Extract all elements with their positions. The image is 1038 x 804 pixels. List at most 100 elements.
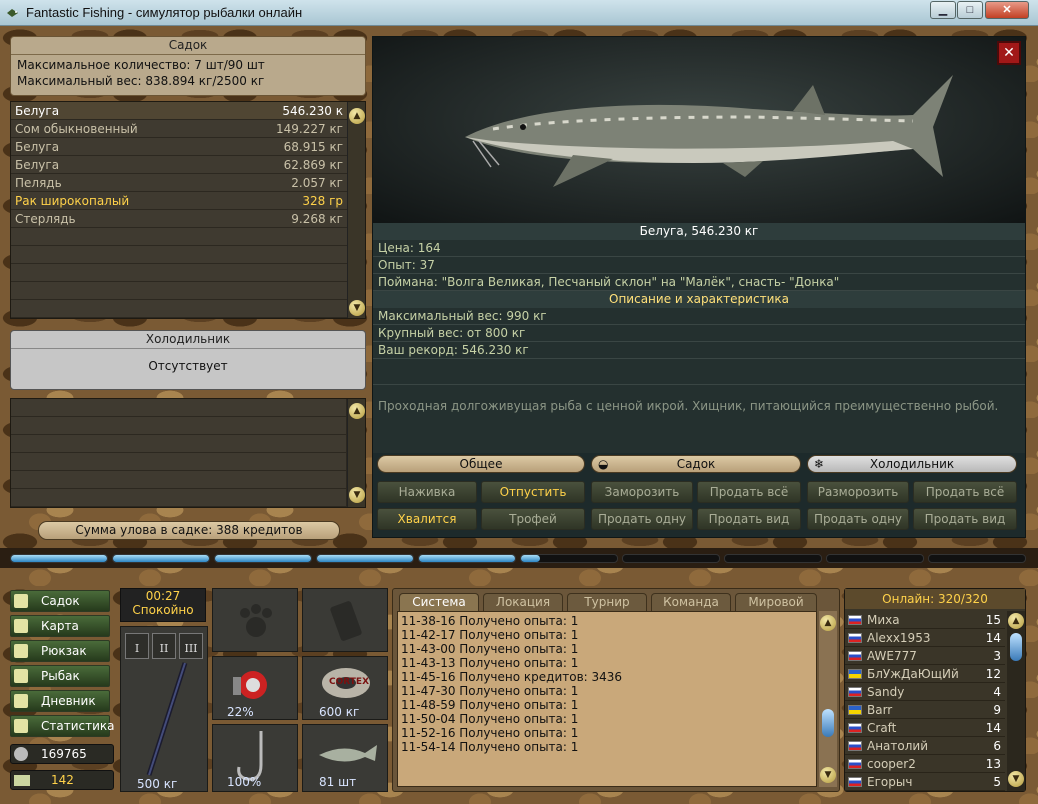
flag-icon [848,651,862,661]
keepnet-row[interactable]: Пелядь 2.057 кг [11,174,347,192]
scroll-thumb[interactable] [1010,633,1022,661]
user-level: 12 [985,667,1001,681]
fridge-rows [11,399,347,507]
sell-one-button[interactable]: Продать одну [591,508,693,530]
rod-icon [146,662,188,776]
catch-sum: Сумма улова в садке: 388 кредитов [38,521,340,540]
chat-tab[interactable]: Команда [651,593,731,611]
online-user[interactable]: БлУжДаЮщИй 12 [845,665,1005,683]
chat-line: 11-45-16 Получено кредитов: 3436 [401,670,623,684]
sell-all-button[interactable]: Продать всё [697,481,801,503]
fridge-sell-all-button[interactable]: Продать всё [913,481,1017,503]
keepnet-scrollbar[interactable]: ▲ ▼ [347,102,365,318]
scroll-up-icon[interactable]: ▲ [349,108,365,124]
unfreeze-button[interactable]: Разморозить [807,481,909,503]
bait-button[interactable]: Наживка [377,481,477,503]
chat-tab[interactable]: Турнир [567,593,647,611]
window-title: Fantastic Fishing - симулятор рыбалки он… [26,5,303,20]
keepnet-row[interactable]: Сом обыкновенный 149.227 кг [11,120,347,138]
fish-name: Стерлядь [15,212,76,226]
online-user[interactable]: Sandy 4 [845,683,1005,701]
close-detail-button[interactable]: ✕ [997,41,1021,65]
nav-button[interactable]: Дневник [10,690,110,712]
user-level: 15 [985,613,1001,627]
progress-fill [317,555,413,562]
fridge-scrollbar[interactable]: ▲ ▼ [347,399,365,507]
keepnet-row[interactable]: Белуга 546.230 к [11,102,347,120]
scroll-down-icon[interactable]: ▼ [349,487,365,503]
scroll-thumb[interactable] [822,709,834,737]
online-user[interactable]: Barr 9 [845,701,1005,719]
rod-tab[interactable]: III [179,633,203,659]
online-user[interactable]: Craft 14 [845,719,1005,737]
chat-line: 11-43-13 Получено опыта: 1 [401,656,579,670]
user-name: Alexx1953 [867,631,931,645]
online-user[interactable]: Alexx1953 14 [845,629,1005,647]
nav-button[interactable]: Рыбак [10,665,110,687]
bait-count: 81 шт [319,775,357,789]
online-user[interactable]: cooper2 13 [845,755,1005,773]
keepnet-list: Белуга 546.230 к Сом обыкновенный 149.227 к… [10,101,366,319]
chat-panel: Система Локация Турнир Команда Мировой 11-38… [392,588,840,792]
hook-percent: 100% [227,775,262,789]
fridge-empty-row [11,399,347,417]
scroll-up-icon[interactable]: ▲ [1008,613,1024,629]
scroll-up-icon[interactable]: ▲ [349,403,365,419]
trophy-button[interactable]: Трофей [481,508,585,530]
rod-tab[interactable]: II [152,633,176,659]
fish-weight: 149.227 кг [276,122,343,136]
chat-tab[interactable]: Система [399,593,479,611]
scroll-down-icon[interactable]: ▼ [820,767,836,783]
maximize-button[interactable]: □ [957,1,983,19]
online-panel: Онлайн: 320/320 Миха 15 Alexx1953 14 AWE777 3… [844,588,1026,792]
fridge-sell-one-button[interactable]: Продать одну [807,508,909,530]
tab-fridge[interactable]: ❄ Холодильник [807,455,1017,473]
keepnet-row[interactable]: Стерлядь 9.268 кг [11,210,347,228]
close-button[interactable]: ✕ [985,1,1029,19]
online-user[interactable]: AWE777 3 [845,647,1005,665]
nav-button[interactable]: Карта [10,615,110,637]
scroll-up-icon[interactable]: ▲ [820,615,836,631]
online-scrollbar[interactable]: ▲ ▼ [1007,611,1025,791]
rod-slot[interactable]: I II III 500 кг [120,626,208,792]
flag-icon [848,705,862,715]
flag-icon [848,777,862,787]
scroll-down-icon[interactable]: ▼ [349,300,365,316]
line-slot[interactable]: CORTEX 600 кг [302,656,388,720]
keepnet-empty-row [11,246,347,264]
chat-line: 11-42-17 Получено опыта: 1 [401,628,579,642]
chat-scrollbar[interactable]: ▲ ▼ [819,611,837,787]
nav-button[interactable]: Садок [10,590,110,612]
keepnet-empty-row [11,264,347,282]
tab-keepnet[interactable]: ◒ Садок [591,455,801,473]
accessory-slot[interactable] [302,588,388,652]
nav-button[interactable]: Рюкзак [10,640,110,662]
tab-general[interactable]: Общее [377,455,585,473]
hook-slot[interactable]: 100% [212,724,298,792]
sell-kind-button[interactable]: Продать вид [697,508,801,530]
chat-tab[interactable]: Мировой [735,593,817,611]
nav-icon [14,694,28,708]
keepnet-row[interactable]: Белуга 68.915 кг [11,138,347,156]
online-user[interactable]: Егорыч 5 [845,773,1005,791]
chat-tab[interactable]: Локация [483,593,563,611]
online-user[interactable]: Анатолий 6 [845,737,1005,755]
fridge-sell-kind-button[interactable]: Продать вид [913,508,1017,530]
minimize-button[interactable]: ▁ [930,1,956,19]
keepnet-row[interactable]: Рак широкопалый 328 гр [11,192,347,210]
freeze-button[interactable]: Заморозить [591,481,693,503]
flag-icon [848,723,862,733]
online-user[interactable]: Миха 15 [845,611,1005,629]
nav-button[interactable]: Статистика [10,715,115,737]
baitfish-slot[interactable]: 81 шт [302,724,388,792]
scroll-down-icon[interactable]: ▼ [1008,771,1024,787]
release-button[interactable]: Отпустить [481,481,585,503]
reel-slot[interactable]: 22% [212,656,298,720]
progress-strip [0,548,1038,568]
fish-detail-panel: ✕ Белуга, 546.230 кг Цена: 164 Опыт: 37 … [372,36,1026,538]
boast-button[interactable]: Хвалится [377,508,477,530]
keepnet-row[interactable]: Белуга 62.869 кг [11,156,347,174]
flag-icon [848,759,862,769]
bait-slot[interactable] [212,588,298,652]
rod-tab[interactable]: I [125,633,149,659]
